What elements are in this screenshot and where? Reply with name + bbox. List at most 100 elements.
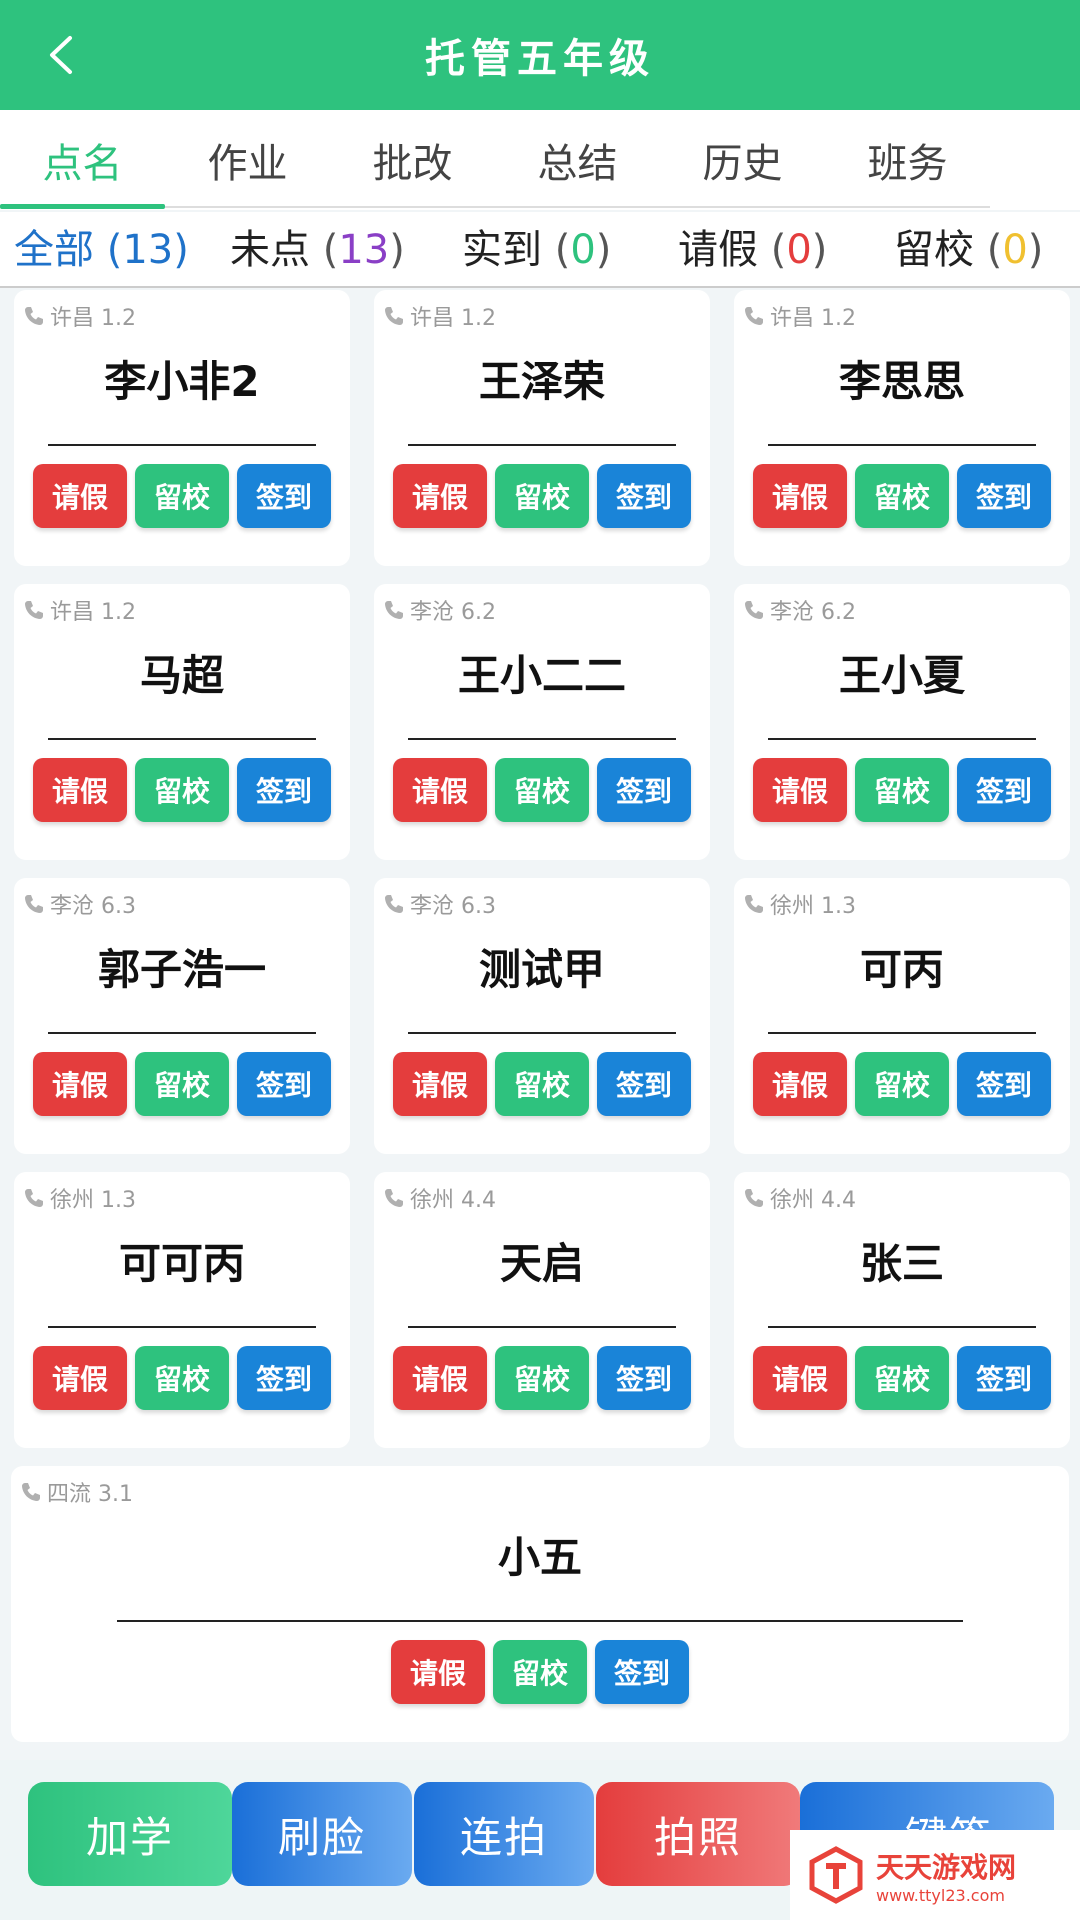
take-photo-button[interactable]: 拍照 (596, 1782, 800, 1886)
leave-button[interactable]: 请假 (753, 758, 847, 822)
phone-icon[interactable] (22, 892, 46, 916)
leave-button[interactable]: 请假 (753, 1052, 847, 1116)
student-card[interactable]: 许昌 1.2 马超 请假 留校 签到 (14, 584, 350, 860)
stay-button[interactable]: 留校 (135, 1346, 229, 1410)
sign-in-button[interactable]: 签到 (597, 1346, 691, 1410)
stay-button[interactable]: 留校 (855, 1052, 949, 1116)
active-tab-indicator (0, 204, 165, 209)
leave-button[interactable]: 请假 (753, 1346, 847, 1410)
stay-button[interactable]: 留校 (495, 1346, 589, 1410)
student-card[interactable]: 徐州 4.4 天启 请假 留校 签到 (374, 1172, 710, 1448)
card-divider (48, 1032, 316, 1034)
leave-button[interactable]: 请假 (391, 1640, 485, 1704)
student-card[interactable]: 许昌 1.2 李思思 请假 留校 签到 (734, 290, 1070, 566)
student-card[interactable]: 徐州 1.3 可可丙 请假 留校 签到 (14, 1172, 350, 1448)
sign-in-button[interactable]: 签到 (595, 1640, 689, 1704)
card-actions: 请假 留校 签到 (14, 758, 350, 822)
tab-history[interactable]: 历史 (660, 110, 825, 210)
student-card[interactable]: 李沧 6.3 测试甲 请假 留校 签到 (374, 878, 710, 1154)
student-name: 李小非2 (104, 357, 260, 406)
stay-button[interactable]: 留校 (855, 464, 949, 528)
student-card[interactable]: 四流 3.1 小五 请假 留校 签到 (11, 1466, 1069, 1742)
tab-grading[interactable]: 批改 (330, 110, 495, 210)
student-card[interactable]: 李沧 6.2 王小夏 请假 留校 签到 (734, 584, 1070, 860)
student-card[interactable]: 徐州 1.3 可丙 请假 留校 签到 (734, 878, 1070, 1154)
student-card[interactable]: 李沧 6.2 王小二二 请假 留校 签到 (374, 584, 710, 860)
sign-in-button[interactable]: 签到 (237, 1346, 331, 1410)
sign-in-button[interactable]: 签到 (237, 758, 331, 822)
card-divider (408, 1326, 676, 1328)
phone-icon[interactable] (742, 892, 766, 916)
phone-icon[interactable] (382, 598, 406, 622)
leave-button[interactable]: 请假 (393, 1346, 487, 1410)
sign-in-button[interactable]: 签到 (237, 464, 331, 528)
filter-leave[interactable]: 请假 (0) (678, 220, 827, 280)
stay-button[interactable]: 留校 (135, 1052, 229, 1116)
stay-button[interactable]: 留校 (495, 464, 589, 528)
phone-icon[interactable] (22, 1186, 46, 1210)
sign-in-button[interactable]: 签到 (237, 1052, 331, 1116)
student-name: 可可丙 (118, 1239, 245, 1288)
leave-button[interactable]: 请假 (33, 464, 127, 528)
student-name: 王小二二 (457, 651, 626, 700)
leave-button[interactable]: 请假 (393, 758, 487, 822)
stay-button[interactable]: 留校 (135, 464, 229, 528)
student-card[interactable]: 许昌 1.2 李小非2 请假 留校 签到 (14, 290, 350, 566)
face-scan-button[interactable]: 刷脸 (232, 1782, 412, 1886)
burst-photo-button[interactable]: 连拍 (414, 1782, 594, 1886)
leave-button[interactable]: 请假 (753, 464, 847, 528)
phone-icon[interactable] (382, 1186, 406, 1210)
watermark-url: www.ttyl23.com (876, 1885, 1005, 1905)
phone-icon[interactable] (382, 304, 406, 328)
stay-button[interactable]: 留校 (495, 1052, 589, 1116)
filter-stay[interactable]: 留校 (0) (894, 220, 1043, 280)
phone-icon[interactable] (742, 598, 766, 622)
stay-button[interactable]: 留校 (855, 758, 949, 822)
sign-in-button[interactable]: 签到 (957, 1052, 1051, 1116)
student-card[interactable]: 许昌 1.2 王泽荣 请假 留校 签到 (374, 290, 710, 566)
leave-button[interactable]: 请假 (33, 758, 127, 822)
stay-button[interactable]: 留校 (495, 758, 589, 822)
sign-in-button[interactable]: 签到 (957, 758, 1051, 822)
sign-in-button[interactable]: 签到 (597, 464, 691, 528)
sign-in-button[interactable]: 签到 (597, 1052, 691, 1116)
student-card[interactable]: 徐州 4.4 张三 请假 留校 签到 (734, 1172, 1070, 1448)
phone-icon[interactable] (22, 598, 46, 622)
leave-button[interactable]: 请假 (393, 1052, 487, 1116)
filter-all[interactable]: 全部 (13) (14, 220, 189, 280)
stay-button[interactable]: 留校 (855, 1346, 949, 1410)
phone-icon[interactable] (742, 1186, 766, 1210)
sign-in-button[interactable]: 签到 (957, 1346, 1051, 1410)
sign-in-button[interactable]: 签到 (957, 464, 1051, 528)
filter-present[interactable]: 实到 (0) (462, 220, 611, 280)
filter-count: 0 (570, 227, 596, 273)
sign-in-button[interactable]: 签到 (597, 758, 691, 822)
back-arrow-icon[interactable] (40, 32, 86, 78)
phone-icon[interactable] (22, 304, 46, 328)
stay-button[interactable]: 留校 (135, 758, 229, 822)
card-divider (48, 738, 316, 740)
leave-button[interactable]: 请假 (393, 464, 487, 528)
add-student-button[interactable]: 加学 (28, 1782, 232, 1886)
leave-button[interactable]: 请假 (33, 1052, 127, 1116)
tab-roll-call[interactable]: 点名 (0, 110, 165, 210)
student-class: 许昌 1.2 (50, 600, 136, 625)
student-class: 徐州 1.3 (770, 894, 856, 919)
phone-icon[interactable] (742, 304, 766, 328)
stay-button[interactable]: 留校 (493, 1640, 587, 1704)
student-card[interactable]: 李沧 6.3 郭子浩一 请假 留校 签到 (14, 878, 350, 1154)
card-divider (768, 738, 1036, 740)
card-divider (408, 1032, 676, 1034)
phone-icon[interactable] (382, 892, 406, 916)
student-meta: 徐州 1.3 (742, 888, 856, 920)
phone-icon[interactable] (19, 1480, 43, 1504)
tab-summary[interactable]: 总结 (495, 110, 660, 210)
tab-class-affairs[interactable]: 班务 (825, 110, 990, 210)
status-filter-bar: 全部 (13) 未点 (13) 实到 (0) 请假 (0) 留校 (0) (0, 212, 1080, 288)
student-name: 王小夏 (838, 651, 965, 700)
student-meta: 许昌 1.2 (22, 300, 136, 332)
tab-homework[interactable]: 作业 (165, 110, 330, 210)
filter-unmarked[interactable]: 未点 (13) (230, 220, 405, 280)
student-class: 李沧 6.3 (410, 894, 496, 919)
leave-button[interactable]: 请假 (33, 1346, 127, 1410)
